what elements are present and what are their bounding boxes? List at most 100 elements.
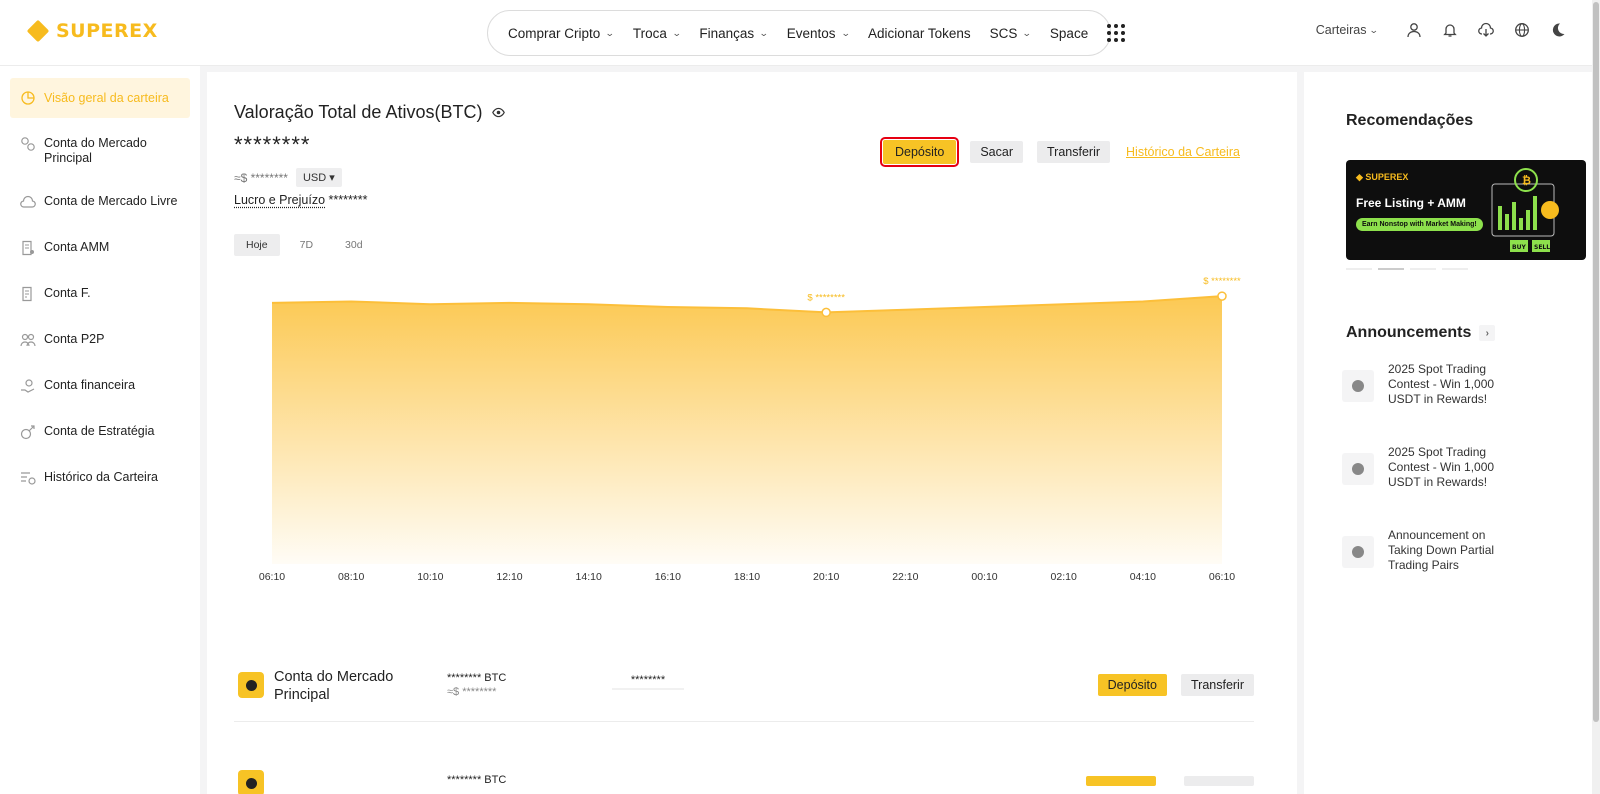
carousel-dot[interactable] <box>1410 268 1436 270</box>
sidebar-item-main-market[interactable]: Conta do Mercado Principal <box>10 136 190 166</box>
recommendations-title: Recomendações <box>1346 112 1474 129</box>
banner-logo-text: SUPEREX <box>1365 172 1409 182</box>
account-balance: ******** BTC ≈$ ******** <box>447 672 506 698</box>
carousel-dot[interactable] <box>1442 268 1468 270</box>
eye-icon[interactable] <box>492 106 506 119</box>
scrollbar-thumb[interactable] <box>1593 2 1599 722</box>
x-tick-label: 10:10 <box>417 571 443 583</box>
nav-trade[interactable]: Troca ⌄ <box>632 25 682 41</box>
tab-30d[interactable]: 30d <box>333 234 375 256</box>
chart-marker-label: $ ******** <box>1203 276 1241 287</box>
announcements-header[interactable]: Announcements › <box>1346 324 1496 342</box>
document-star-icon <box>22 240 34 256</box>
transfer-button[interactable]: Transferir <box>1037 141 1111 163</box>
account-transfer-button[interactable]: Transferir <box>1180 674 1254 696</box>
x-tick-label: 12:10 <box>496 571 522 583</box>
banner-headline: Free Listing + AMM <box>1356 196 1466 210</box>
chart-area <box>272 296 1222 564</box>
currency-select[interactable]: USD ▾ <box>295 168 342 187</box>
nav-buy-crypto[interactable]: Comprar Cripto ⌄ <box>508 25 615 41</box>
sidebar-item-label: Conta de Estratégia <box>44 424 155 438</box>
x-tick-label: 14:10 <box>576 571 602 583</box>
tab-today[interactable]: Hoje <box>234 234 280 256</box>
banner-sell-label: SELL <box>1534 244 1550 251</box>
globe-icon[interactable] <box>1514 22 1530 38</box>
moon-icon[interactable] <box>1550 22 1566 38</box>
carousel-dot[interactable] <box>1346 268 1372 270</box>
chevron-down-icon: ⌄ <box>605 27 615 38</box>
account-icon <box>238 672 264 698</box>
wallet-history-link[interactable]: Histórico da Carteira <box>1126 145 1240 159</box>
account-balance-btc: ******** BTC <box>447 774 507 786</box>
tab-7d[interactable]: 7D <box>288 234 325 256</box>
sidebar-item-strategy[interactable]: Conta de Estratégia <box>10 424 190 440</box>
apps-grid-icon[interactable] <box>1107 24 1126 42</box>
account-transfer-button[interactable] <box>1184 776 1254 786</box>
x-tick-label: 04:10 <box>1130 571 1156 583</box>
logo-diamond-icon <box>26 19 50 43</box>
total-balance-value: ******** <box>234 132 311 157</box>
sidebar-item-financial[interactable]: Conta financeira <box>10 378 190 394</box>
svg-text:₿: ₿ <box>1522 174 1531 187</box>
sidebar-item-overview[interactable]: Visão geral da carteira <box>10 78 190 118</box>
page-title: Valoração Total de Ativos(BTC) <box>234 102 483 122</box>
sidebar-item-p2p[interactable]: Conta P2P <box>10 332 190 348</box>
download-icon[interactable] <box>1478 22 1494 38</box>
sidebar-item-free-market[interactable]: Conta de Mercado Livre <box>10 194 190 210</box>
chat-bubble-icon <box>1342 370 1374 402</box>
banner-logo: ◆ SUPEREX <box>1356 172 1409 182</box>
pnl-value: ******** <box>328 193 368 207</box>
nav-label: Eventos <box>786 25 836 41</box>
carousel-dots <box>1346 268 1468 270</box>
chart-marker-point[interactable] <box>821 307 831 318</box>
nav-label: Space <box>1049 25 1089 41</box>
fiat-balance: ≈$ ******** <box>234 170 288 185</box>
nav-label: Comprar Cripto <box>508 25 601 41</box>
sidebar-item-futures[interactable]: Conta F. <box>10 286 190 302</box>
x-tick-label: 20:10 <box>813 571 839 583</box>
hand-coin-icon <box>21 379 35 393</box>
chart-marker-point[interactable] <box>1217 291 1227 301</box>
superex-logo[interactable]: SUPEREX <box>26 19 158 43</box>
wallets-dropdown[interactable]: Carteiras ⌄ <box>1316 23 1379 37</box>
pnl-label[interactable]: Lucro e Prejuízo <box>234 193 325 207</box>
right-panel: Recomendações ◆ SUPEREX Free Listing + A… <box>1304 72 1594 794</box>
page-scrollbar[interactable] <box>1592 0 1600 794</box>
nav-events[interactable]: Eventos ⌄ <box>786 25 850 41</box>
header-actions: Carteiras ⌄ <box>1316 22 1566 38</box>
deposit-button[interactable]: Depósito <box>879 137 960 167</box>
x-tick-label: 06:10 <box>259 571 285 583</box>
sidebar-item-label: Visão geral da carteira <box>44 90 169 105</box>
user-icon[interactable] <box>1406 22 1422 38</box>
account-deposit-button[interactable]: Depósito <box>1097 674 1167 696</box>
cloud-icon <box>20 195 36 208</box>
chevron-right-icon[interactable]: › <box>1479 325 1496 341</box>
nav-label: Adicionar Tokens <box>868 25 971 41</box>
sidebar-item-amm[interactable]: Conta AMM <box>10 240 190 256</box>
x-tick-label: 02:10 <box>1051 571 1077 583</box>
nav-finance[interactable]: Finanças ⌄ <box>699 26 768 41</box>
sidebar-item-label: Conta P2P <box>44 332 105 346</box>
sidebar-item-label: Conta F. <box>44 286 91 300</box>
banner-pill: Earn Nonstop with Market Making! <box>1356 218 1483 231</box>
nav-label: Troca <box>632 25 667 41</box>
nav-space[interactable]: Space <box>1050 26 1088 41</box>
sidebar-item-wallet-history[interactable]: Histórico da Carteira <box>10 470 190 486</box>
main-nav: Comprar Cripto ⌄ Troca ⌄ Finanças ⌄ Eventos… <box>487 10 1126 56</box>
overview-title-row: Valoração Total de Ativos(BTC) <box>234 102 506 123</box>
nav-add-tokens[interactable]: Adicionar Tokens <box>868 26 971 41</box>
account-deposit-button[interactable] <box>1086 776 1156 786</box>
bell-icon[interactable] <box>1442 22 1458 38</box>
document-chart-icon <box>22 286 32 302</box>
logo-text: SUPEREX <box>56 20 158 42</box>
withdraw-button[interactable]: Sacar <box>970 141 1023 163</box>
nav-label: SCS <box>989 25 1018 41</box>
x-tick-label: 18:10 <box>734 571 760 583</box>
overview-actions: Depósito Sacar Transferir Histórico da C… <box>879 137 1240 167</box>
nav-scs[interactable]: SCS ⌄ <box>989 25 1033 41</box>
sidebar-item-label: Conta AMM <box>44 240 110 254</box>
promo-banner[interactable]: ◆ SUPEREX Free Listing + AMM Earn Nonsto… <box>1346 160 1586 260</box>
carousel-dot[interactable] <box>1378 268 1404 270</box>
account-balance-btc: ******** BTC <box>447 672 507 684</box>
chevron-down-icon: ⌄ <box>1022 27 1033 38</box>
